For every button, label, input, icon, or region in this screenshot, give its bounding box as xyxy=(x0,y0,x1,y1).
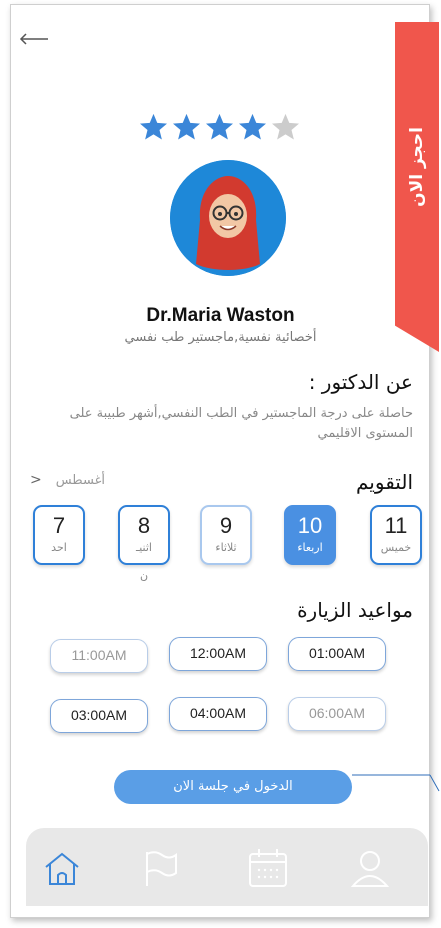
day-label: اربعاء xyxy=(297,541,323,554)
rating-stars xyxy=(138,112,301,142)
day-label: احد xyxy=(51,541,67,554)
day-label: ثلاثاء xyxy=(215,541,237,554)
star-icon xyxy=(239,113,266,140)
home-icon[interactable] xyxy=(40,846,84,890)
book-now-ribbon[interactable]: احجز الان xyxy=(395,22,439,352)
month-label: أغسطس xyxy=(55,472,105,488)
calendar-heading: التقويم xyxy=(355,470,413,494)
day-label: خميس xyxy=(380,541,412,554)
doctor-name: Dr.Maria Waston xyxy=(146,305,295,326)
connector-line xyxy=(352,774,440,792)
doctor-title: أخصائية نفسية,ماجستير طب نفسي xyxy=(124,330,317,345)
star-icon xyxy=(206,113,233,140)
day-sunday[interactable]: 7 احد xyxy=(33,505,85,565)
day-monday[interactable]: 8 اثنيـ ن xyxy=(118,505,170,582)
calendar-icon[interactable] xyxy=(246,846,290,890)
visits-heading: مواعيد الزيارة xyxy=(297,598,413,622)
star-empty-icon xyxy=(272,113,299,140)
day-label-overflow: ن xyxy=(139,569,149,582)
time-slot[interactable]: 12:00AM xyxy=(169,637,267,671)
doctor-avatar xyxy=(170,160,286,276)
day-number: 7 xyxy=(52,513,66,538)
day-number: 10 xyxy=(297,513,323,538)
flag-icon[interactable] xyxy=(138,846,182,890)
day-wednesday[interactable]: 10 اربعاء xyxy=(284,505,336,565)
time-slot[interactable]: 03:00AM xyxy=(50,699,148,733)
about-text: حاصلة على درجة الماجستير في الطب النفسي,… xyxy=(69,406,413,441)
day-label: اثنيـ xyxy=(136,541,152,554)
time-slot[interactable]: 11:00AM xyxy=(50,639,148,673)
about-heading: عن الدكتور : xyxy=(308,370,413,394)
time-slot[interactable]: 01:00AM xyxy=(288,637,386,671)
time-slot[interactable]: 04:00AM xyxy=(169,697,267,731)
day-number: 9 xyxy=(219,513,233,538)
day-tuesday[interactable]: 9 ثلاثاء xyxy=(200,505,252,565)
book-now-label: احجز الان xyxy=(407,127,427,208)
back-arrow-icon[interactable] xyxy=(18,28,52,50)
profile-icon[interactable] xyxy=(348,846,392,890)
day-number: 11 xyxy=(384,513,408,538)
star-icon xyxy=(173,113,200,140)
month-selector[interactable]: > أغسطس xyxy=(30,472,105,488)
day-number: 8 xyxy=(137,513,151,538)
chevron-right-icon: > xyxy=(30,472,42,488)
bottom-nav xyxy=(26,828,428,906)
enter-session-button[interactable]: الدخول في جلسة الان xyxy=(114,770,352,804)
time-slot[interactable]: 06:00AM xyxy=(288,697,386,731)
star-icon xyxy=(140,113,167,140)
day-thursday[interactable]: 11 خميس xyxy=(370,505,422,565)
